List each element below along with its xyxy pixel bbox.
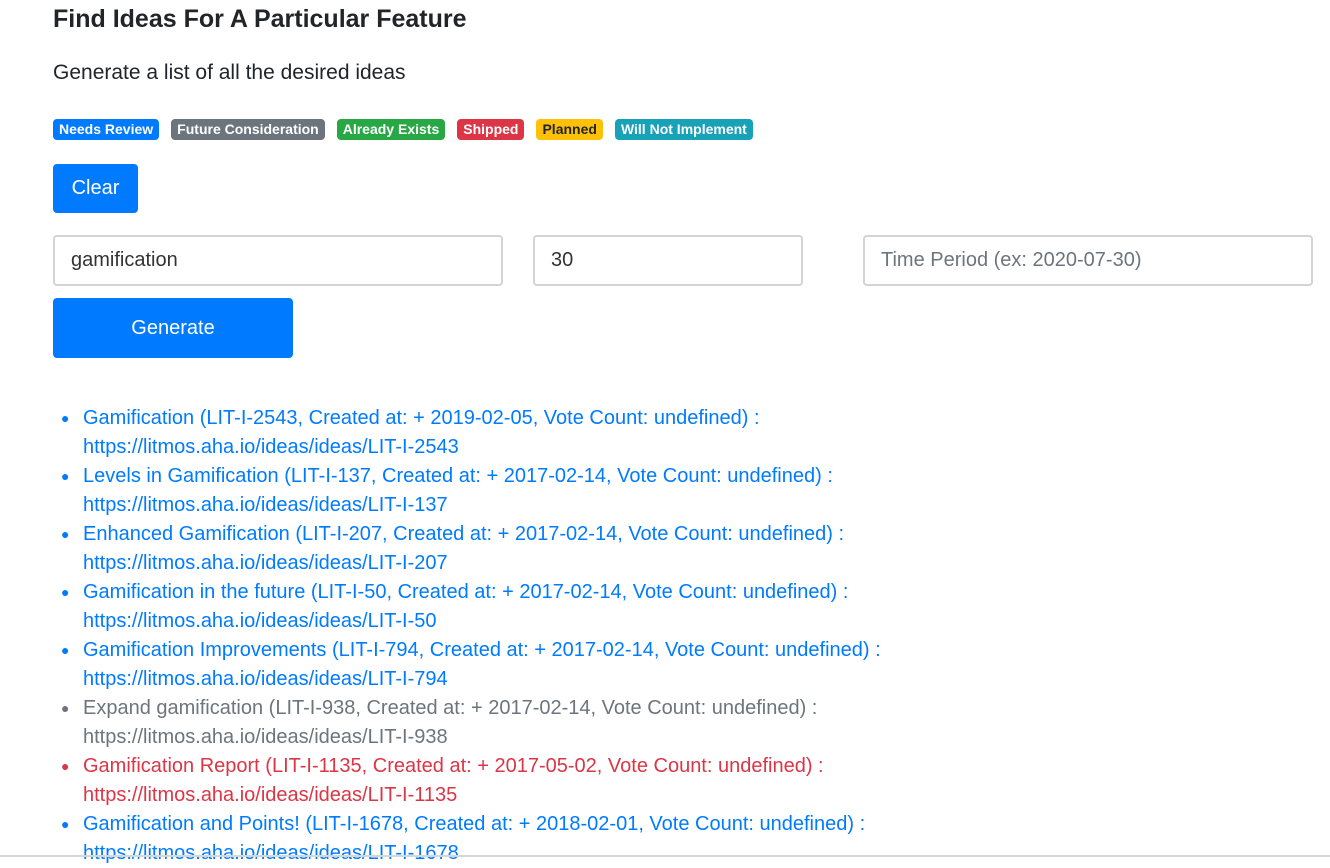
- result-title[interactable]: Gamification Report (LIT-I-1135, Created…: [83, 752, 1330, 781]
- page-subtitle: Generate a list of all the desired ideas: [53, 61, 406, 84]
- result-item[interactable]: ● Gamification Report (LIT-I-1135, Creat…: [61, 752, 1330, 810]
- bullet-icon: ●: [61, 526, 70, 542]
- count-input[interactable]: [533, 235, 803, 286]
- bullet-icon: ●: [61, 468, 70, 484]
- result-item[interactable]: ● Gamification and Points! (LIT-I-1678, …: [61, 810, 1330, 868]
- result-item[interactable]: ● Gamification Improvements (LIT-I-794, …: [61, 636, 1330, 694]
- result-link[interactable]: https://litmos.aha.io/ideas/ideas/LIT-I-…: [83, 549, 1330, 578]
- result-link[interactable]: https://litmos.aha.io/ideas/ideas/LIT-I-…: [83, 781, 1330, 810]
- bullet-icon: ●: [61, 642, 70, 658]
- result-title[interactable]: Gamification (LIT-I-2543, Created at: + …: [83, 404, 1330, 433]
- badge-will-not-implement: Will Not Implement: [614, 118, 753, 140]
- result-title[interactable]: Levels in Gamification (LIT-I-137, Creat…: [83, 462, 1330, 491]
- badge-shipped: Shipped: [457, 118, 525, 140]
- generate-button[interactable]: Generate: [53, 298, 293, 358]
- page-title: Find Ideas For A Particular Feature: [53, 5, 467, 33]
- result-title[interactable]: Expand gamification (LIT-I-938, Created …: [83, 694, 1330, 723]
- result-title[interactable]: Gamification and Points! (LIT-I-1678, Cr…: [83, 810, 1330, 839]
- time-period-input[interactable]: [863, 235, 1313, 286]
- badge-planned: Planned: [536, 118, 603, 140]
- bullet-icon: ●: [61, 758, 70, 774]
- result-link[interactable]: https://litmos.aha.io/ideas/ideas/LIT-I-…: [83, 839, 1330, 868]
- bullet-icon: ●: [61, 700, 70, 716]
- result-link[interactable]: https://litmos.aha.io/ideas/ideas/LIT-I-…: [83, 665, 1330, 694]
- results-list: ● Gamification (LIT-I-2543, Created at: …: [53, 404, 1330, 868]
- result-item[interactable]: ● Levels in Gamification (LIT-I-137, Cre…: [61, 462, 1330, 520]
- result-item[interactable]: ● Gamification in the future (LIT-I-50, …: [61, 578, 1330, 636]
- badge-future-consideration: Future Consideration: [171, 118, 325, 140]
- result-title[interactable]: Enhanced Gamification (LIT-I-207, Create…: [83, 520, 1330, 549]
- keyword-input[interactable]: [53, 235, 503, 286]
- badge-already-exists: Already Exists: [336, 118, 446, 140]
- clear-button[interactable]: Clear: [53, 164, 138, 213]
- result-title[interactable]: Gamification in the future (LIT-I-50, Cr…: [83, 578, 1330, 607]
- badge-needs-review: Needs Review: [53, 118, 160, 140]
- result-link[interactable]: https://litmos.aha.io/ideas/ideas/LIT-I-…: [83, 491, 1330, 520]
- result-link[interactable]: https://litmos.aha.io/ideas/ideas/LIT-I-…: [83, 723, 1330, 752]
- result-link[interactable]: https://litmos.aha.io/ideas/ideas/LIT-I-…: [83, 433, 1330, 462]
- status-legend: Needs Review Future Consideration Alread…: [53, 118, 753, 140]
- bullet-icon: ●: [61, 584, 70, 600]
- result-link[interactable]: https://litmos.aha.io/ideas/ideas/LIT-I-…: [83, 607, 1330, 636]
- result-item[interactable]: ● Expand gamification (LIT-I-938, Create…: [61, 694, 1330, 752]
- result-title[interactable]: Gamification Improvements (LIT-I-794, Cr…: [83, 636, 1330, 665]
- result-item[interactable]: ● Enhanced Gamification (LIT-I-207, Crea…: [61, 520, 1330, 578]
- bullet-icon: ●: [61, 816, 70, 832]
- bullet-icon: ●: [61, 410, 70, 426]
- result-item[interactable]: ● Gamification (LIT-I-2543, Created at: …: [61, 404, 1330, 462]
